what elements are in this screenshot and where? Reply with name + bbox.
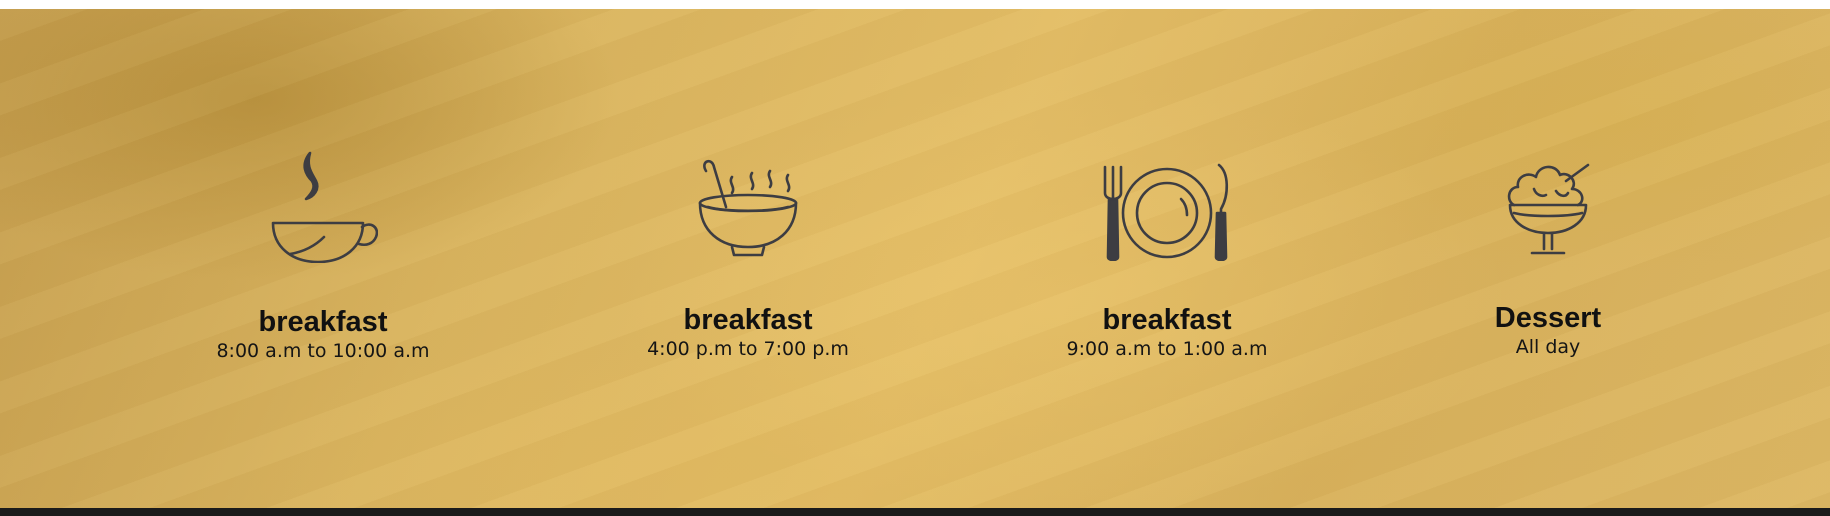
ice-cream-sundae-icon [1506, 159, 1590, 259]
menu-item-title: breakfast [258, 306, 388, 338]
menu-item-time: 9:00 a.m to 1:00 a.m [1066, 338, 1268, 360]
page: breakfast 8:00 a.m to 10:00 a.m breakfas… [0, 0, 1830, 516]
menu-item-title: breakfast [683, 304, 813, 336]
coffee-cup-icon [268, 151, 378, 263]
soup-bowl-icon [696, 157, 800, 261]
plate-fork-knife-icon [1097, 163, 1237, 261]
menu-item-time: All day [1515, 336, 1581, 358]
menu-item-dessert: Dessert All day [1398, 159, 1698, 359]
menu-item-title: breakfast [1102, 304, 1232, 336]
menu-hours-section: breakfast 8:00 a.m to 10:00 a.m breakfas… [0, 9, 1830, 508]
menu-item-time: 4:00 p.m to 7:00 p.m [647, 338, 849, 360]
menu-item-title: Dessert [1494, 302, 1602, 334]
menu-item-breakfast-evening: breakfast 9:00 a.m to 1:00 a.m [1017, 163, 1317, 361]
menu-item-breakfast-morning: breakfast 8:00 a.m to 10:00 a.m [173, 151, 473, 363]
top-white-strip [0, 0, 1830, 9]
menu-item-time: 8:00 a.m to 10:00 a.m [216, 340, 430, 362]
footer-dark-bar [0, 508, 1830, 516]
menu-item-breakfast-afternoon: breakfast 4:00 p.m to 7:00 p.m [598, 157, 898, 361]
